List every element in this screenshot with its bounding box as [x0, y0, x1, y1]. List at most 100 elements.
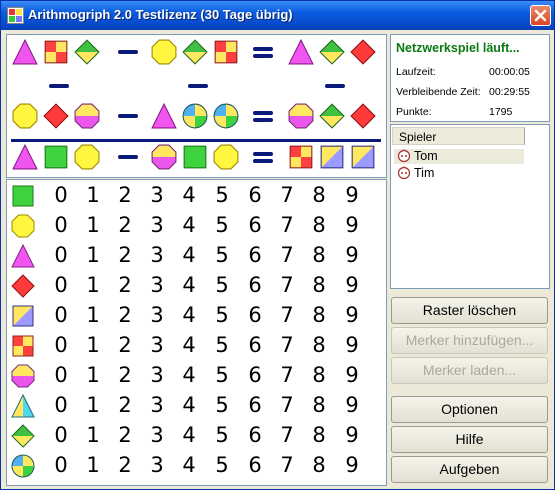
digit-cell[interactable]: 7	[272, 333, 302, 357]
give-up-button[interactable]: Aufgeben	[391, 456, 548, 483]
clear-grid-button[interactable]: Raster löschen	[391, 297, 548, 324]
digit-cell[interactable]: 0	[46, 303, 76, 327]
digit-cell[interactable]: 3	[142, 213, 172, 237]
digit-cell[interactable]: 3	[142, 243, 172, 267]
digit-cell[interactable]: 9	[337, 423, 367, 447]
digit-cell[interactable]: 2	[110, 213, 140, 237]
player-list[interactable]: Spieler Tom Tim	[390, 124, 550, 289]
digit-cell[interactable]: 6	[240, 273, 270, 297]
digit-cell[interactable]: 2	[110, 333, 140, 357]
diamond-icon[interactable]	[11, 274, 35, 298]
options-button[interactable]: Optionen	[391, 396, 548, 423]
help-button[interactable]: Hilfe	[391, 426, 548, 453]
digit-cell[interactable]: 2	[110, 183, 140, 207]
octagon-icon[interactable]	[12, 103, 38, 129]
digit-cell[interactable]: 3	[142, 423, 172, 447]
digit-cell[interactable]: 6	[240, 333, 270, 357]
digit-cell[interactable]: 3	[142, 453, 172, 477]
square-diag-icon[interactable]	[319, 144, 345, 170]
diamond-icon[interactable]	[350, 39, 376, 65]
digit-cell[interactable]: 0	[46, 453, 76, 477]
digit-cell[interactable]: 8	[304, 243, 334, 267]
digit-cell[interactable]: 9	[337, 393, 367, 417]
square-icon[interactable]	[11, 184, 35, 208]
digit-cell[interactable]: 1	[78, 363, 108, 387]
triangle-icon[interactable]	[12, 39, 38, 65]
digit-cell[interactable]: 7	[272, 183, 302, 207]
digit-cell[interactable]: 1	[78, 453, 108, 477]
triangle-icon[interactable]	[11, 244, 35, 268]
digit-cell[interactable]: 8	[304, 363, 334, 387]
digit-cell[interactable]: 1	[78, 423, 108, 447]
diamond-half-icon[interactable]	[319, 39, 345, 65]
digit-cell[interactable]: 2	[110, 303, 140, 327]
digit-cell[interactable]: 3	[142, 273, 172, 297]
digit-cell[interactable]: 5	[207, 183, 237, 207]
digit-cell[interactable]: 1	[78, 273, 108, 297]
triangle-icon[interactable]	[151, 103, 177, 129]
digit-cell[interactable]: 3	[142, 363, 172, 387]
octagon-icon[interactable]	[11, 214, 35, 238]
digit-cell[interactable]: 0	[46, 423, 76, 447]
digit-cell[interactable]: 1	[78, 243, 108, 267]
diamond-half-icon[interactable]	[11, 424, 35, 448]
square-diag-icon[interactable]	[11, 304, 35, 328]
digit-cell[interactable]: 4	[174, 243, 204, 267]
digit-cell[interactable]: 8	[304, 423, 334, 447]
octagon-icon[interactable]	[151, 39, 177, 65]
digit-cell[interactable]: 4	[174, 213, 204, 237]
diamond-icon[interactable]	[43, 103, 69, 129]
digit-cell[interactable]: 0	[46, 333, 76, 357]
digit-cell[interactable]: 0	[46, 393, 76, 417]
square-checker-icon[interactable]	[11, 334, 35, 358]
square-diag-icon[interactable]	[350, 144, 376, 170]
octagon-half-icon[interactable]	[288, 103, 314, 129]
digit-cell[interactable]: 5	[207, 273, 237, 297]
digit-cell[interactable]: 9	[337, 243, 367, 267]
digit-cell[interactable]: 8	[304, 333, 334, 357]
digit-cell[interactable]: 6	[240, 453, 270, 477]
digit-cell[interactable]: 9	[337, 273, 367, 297]
diamond-half-icon[interactable]	[182, 39, 208, 65]
circle-quarters-icon[interactable]	[213, 103, 239, 129]
square-checker-icon[interactable]	[43, 39, 69, 65]
digit-cell[interactable]: 6	[240, 213, 270, 237]
digit-cell[interactable]: 4	[174, 453, 204, 477]
circle-quarters-icon[interactable]	[182, 103, 208, 129]
player-column-header[interactable]: Spieler	[392, 127, 525, 145]
digit-cell[interactable]: 4	[174, 183, 204, 207]
add-marker-button[interactable]: Merker hinzufügen...	[391, 327, 548, 354]
diamond-half-icon[interactable]	[319, 103, 345, 129]
digit-cell[interactable]: 0	[46, 363, 76, 387]
digit-cell[interactable]: 8	[304, 273, 334, 297]
digit-cell[interactable]: 4	[174, 333, 204, 357]
digit-cell[interactable]: 6	[240, 183, 270, 207]
octagon-icon[interactable]	[213, 144, 239, 170]
octagon-half-icon[interactable]	[11, 364, 35, 388]
digit-cell[interactable]: 6	[240, 423, 270, 447]
digit-cell[interactable]: 2	[110, 243, 140, 267]
digit-cell[interactable]: 9	[337, 453, 367, 477]
digit-cell[interactable]: 2	[110, 453, 140, 477]
diamond-half-icon[interactable]	[74, 39, 100, 65]
digit-cell[interactable]: 7	[272, 393, 302, 417]
digit-cell[interactable]: 0	[46, 213, 76, 237]
digit-cell[interactable]: 4	[174, 303, 204, 327]
digit-cell[interactable]: 4	[174, 363, 204, 387]
digit-cell[interactable]: 7	[272, 273, 302, 297]
circle-quarters-icon[interactable]	[11, 454, 35, 478]
digit-cell[interactable]: 1	[78, 213, 108, 237]
square-checker-icon[interactable]	[288, 144, 314, 170]
digit-cell[interactable]: 0	[46, 273, 76, 297]
digit-cell[interactable]: 7	[272, 363, 302, 387]
digit-cell[interactable]: 9	[337, 333, 367, 357]
digit-cell[interactable]: 9	[337, 363, 367, 387]
octagon-icon[interactable]	[74, 144, 100, 170]
digit-cell[interactable]: 3	[142, 393, 172, 417]
digit-cell[interactable]: 4	[174, 273, 204, 297]
digit-cell[interactable]: 0	[46, 183, 76, 207]
digit-cell[interactable]: 5	[207, 393, 237, 417]
digit-cell[interactable]: 3	[142, 333, 172, 357]
digit-cell[interactable]: 8	[304, 183, 334, 207]
diamond-icon[interactable]	[350, 103, 376, 129]
